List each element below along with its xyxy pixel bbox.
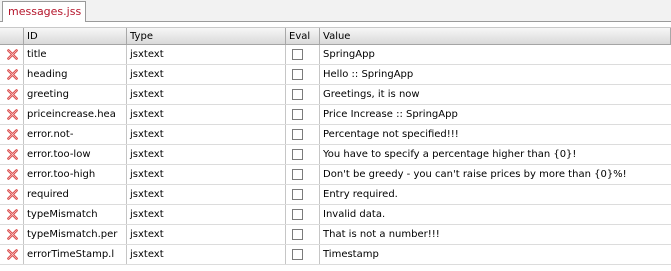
type-cell[interactable]: jsxtext — [127, 225, 286, 244]
delete-cell — [0, 45, 24, 64]
id-cell[interactable]: typeMismatch.per — [24, 225, 127, 244]
eval-checkbox[interactable] — [292, 169, 303, 180]
value-cell[interactable]: You have to specify a percentage higher … — [320, 145, 671, 164]
eval-cell — [286, 85, 320, 104]
delete-cell — [0, 105, 24, 124]
value-cell[interactable]: Percentage not specified!!! — [320, 125, 671, 144]
type-cell[interactable]: jsxtext — [127, 165, 286, 184]
type-cell[interactable]: jsxtext — [127, 185, 286, 204]
delete-x-icon[interactable] — [7, 249, 18, 260]
eval-cell — [286, 205, 320, 224]
type-cell[interactable]: jsxtext — [127, 45, 286, 64]
header-eval[interactable]: Eval — [286, 28, 320, 44]
header-type[interactable]: Type — [127, 28, 286, 44]
id-cell[interactable]: error.too-low — [24, 145, 127, 164]
header-value[interactable]: Value — [320, 28, 671, 44]
delete-cell — [0, 85, 24, 104]
header-delete-column — [0, 28, 24, 44]
type-cell[interactable]: jsxtext — [127, 65, 286, 84]
delete-cell — [0, 245, 24, 264]
id-cell[interactable]: typeMismatch — [24, 205, 127, 224]
id-cell[interactable]: priceincrease.hea — [24, 105, 127, 124]
id-cell[interactable]: greeting — [24, 85, 127, 104]
id-cell[interactable]: title — [24, 45, 127, 64]
table-row[interactable]: priceincrease.hea jsxtext Price Increase :… — [0, 105, 671, 125]
delete-x-icon[interactable] — [7, 129, 18, 140]
eval-checkbox[interactable] — [292, 49, 303, 60]
eval-cell — [286, 165, 320, 184]
delete-x-icon[interactable] — [7, 209, 18, 220]
delete-cell — [0, 165, 24, 184]
delete-cell — [0, 185, 24, 204]
type-cell[interactable]: jsxtext — [127, 205, 286, 224]
value-cell[interactable]: Don't be greedy - you can't raise prices… — [320, 165, 671, 184]
eval-cell — [286, 45, 320, 64]
properties-grid: ID Type Eval Value title jsxtext SpringApp… — [0, 27, 671, 265]
eval-checkbox[interactable] — [292, 129, 303, 140]
delete-x-icon[interactable] — [7, 189, 18, 200]
delete-cell — [0, 65, 24, 84]
eval-cell — [286, 245, 320, 264]
eval-cell — [286, 65, 320, 84]
delete-cell — [0, 125, 24, 144]
eval-checkbox[interactable] — [292, 109, 303, 120]
eval-cell — [286, 125, 320, 144]
eval-cell — [286, 225, 320, 244]
eval-checkbox[interactable] — [292, 89, 303, 100]
value-cell[interactable]: Invalid data. — [320, 205, 671, 224]
delete-x-icon[interactable] — [7, 109, 18, 120]
eval-checkbox[interactable] — [292, 249, 303, 260]
table-row[interactable]: typeMismatch jsxtext Invalid data. — [0, 205, 671, 225]
eval-checkbox[interactable] — [292, 189, 303, 200]
value-cell[interactable]: Entry required. — [320, 185, 671, 204]
eval-cell — [286, 105, 320, 124]
table-row[interactable]: typeMismatch.per jsxtext That is not a num… — [0, 225, 671, 245]
value-cell[interactable]: SpringApp — [320, 45, 671, 64]
delete-cell — [0, 205, 24, 224]
value-cell[interactable]: That is not a number!!! — [320, 225, 671, 244]
table-row[interactable]: error.too-low jsxtext You have to specify … — [0, 145, 671, 165]
type-cell[interactable]: jsxtext — [127, 145, 286, 164]
eval-checkbox[interactable] — [292, 69, 303, 80]
grid-header: ID Type Eval Value — [0, 27, 671, 45]
delete-x-icon[interactable] — [7, 89, 18, 100]
tab-messages-jss[interactable]: messages.jss — [2, 1, 86, 22]
id-cell[interactable]: heading — [24, 65, 127, 84]
value-cell[interactable]: Greetings, it is now — [320, 85, 671, 104]
type-cell[interactable]: jsxtext — [127, 85, 286, 104]
delete-x-icon[interactable] — [7, 49, 18, 60]
id-cell[interactable]: errorTimeStamp.l — [24, 245, 127, 264]
id-cell[interactable]: error.not- — [24, 125, 127, 144]
value-cell[interactable]: Timestamp — [320, 245, 671, 264]
id-cell[interactable]: error.too-high — [24, 165, 127, 184]
table-row[interactable]: errorTimeStamp.l jsxtext Timestamp — [0, 245, 671, 265]
table-row[interactable]: error.too-high jsxtext Don't be greedy - y… — [0, 165, 671, 185]
eval-checkbox[interactable] — [292, 229, 303, 240]
value-cell[interactable]: Hello :: SpringApp — [320, 65, 671, 84]
id-cell[interactable]: required — [24, 185, 127, 204]
table-row[interactable]: greeting jsxtext Greetings, it is now — [0, 85, 671, 105]
eval-cell — [286, 185, 320, 204]
header-id[interactable]: ID — [24, 28, 127, 44]
delete-x-icon[interactable] — [7, 149, 18, 160]
value-cell[interactable]: Price Increase :: SpringApp — [320, 105, 671, 124]
type-cell[interactable]: jsxtext — [127, 125, 286, 144]
table-row[interactable]: required jsxtext Entry required. — [0, 185, 671, 205]
delete-x-icon[interactable] — [7, 169, 18, 180]
table-row[interactable]: error.not-jsxtext Percentage not specifie… — [0, 125, 671, 145]
type-cell[interactable]: jsxtext — [127, 245, 286, 264]
delete-x-icon[interactable] — [7, 69, 18, 80]
type-cell[interactable]: jsxtext — [127, 105, 286, 124]
tab-bar: messages.jss — [0, 0, 671, 22]
eval-checkbox[interactable] — [292, 209, 303, 220]
delete-cell — [0, 145, 24, 164]
table-row[interactable]: heading jsxtext Hello :: SpringApp — [0, 65, 671, 85]
grid-body: title jsxtext SpringApp heading jsxtext Hello… — [0, 45, 671, 265]
eval-cell — [286, 145, 320, 164]
delete-cell — [0, 225, 24, 244]
eval-checkbox[interactable] — [292, 149, 303, 160]
table-row[interactable]: title jsxtext SpringApp — [0, 45, 671, 65]
delete-x-icon[interactable] — [7, 229, 18, 240]
